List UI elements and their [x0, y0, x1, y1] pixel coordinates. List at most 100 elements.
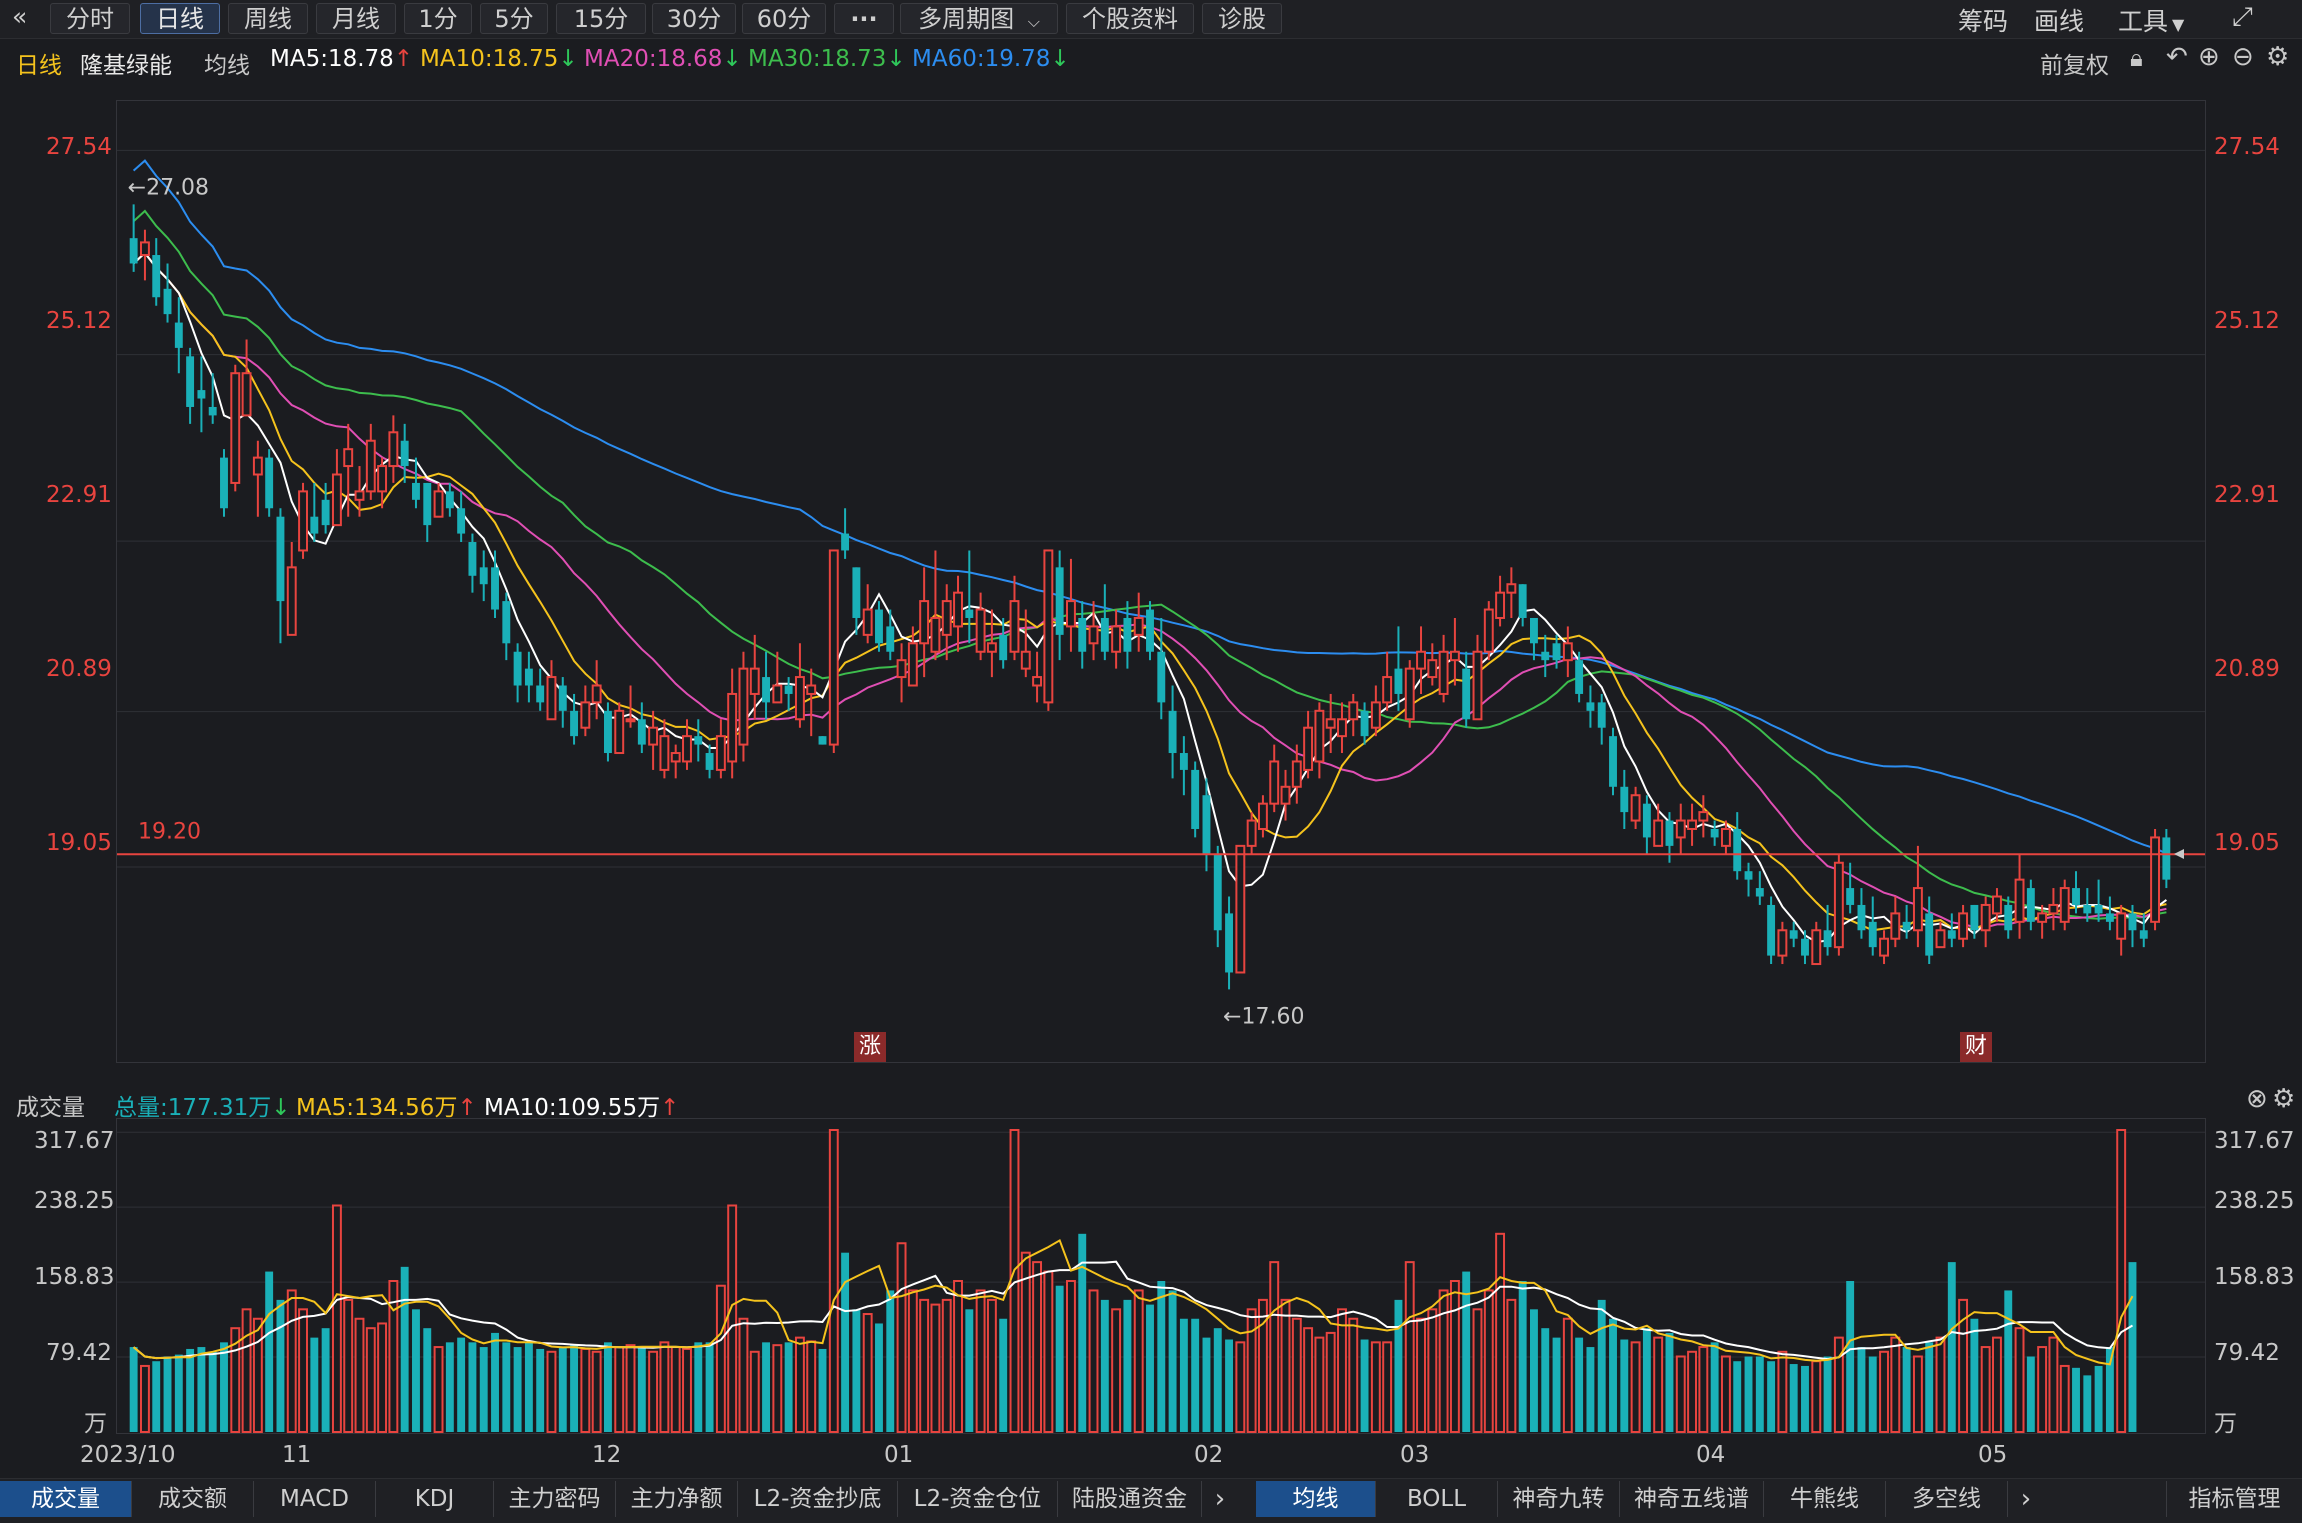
volume-bar-up: [252, 1317, 263, 1433]
volume-bar-down: [1123, 1299, 1132, 1432]
volume-bar-up: [2014, 1327, 2025, 1433]
candle-body-up: [1020, 650, 1031, 670]
date-tick-label: 03: [1400, 1442, 1430, 1468]
financial-report-marker[interactable]: 财: [1960, 1032, 1992, 1062]
candle-body-up: [1912, 887, 1923, 932]
volume-bar-down: [412, 1309, 420, 1432]
tab-turnover[interactable]: 成交额: [132, 1481, 254, 1517]
candle-body-up: [1427, 659, 1438, 679]
candle-body-up: [1890, 912, 1901, 940]
candle-body-down: [1925, 913, 1934, 956]
candle-body-up: [1879, 937, 1889, 957]
volume-bar-up: [1269, 1261, 1280, 1433]
volume-bar-down: [1947, 1262, 1956, 1432]
volume-bar-up: [580, 1347, 591, 1433]
volume-bar-up: [1337, 1308, 1347, 1433]
tab-kdj[interactable]: KDJ: [376, 1481, 494, 1517]
tab-boll[interactable]: BOLL: [1376, 1481, 1498, 1517]
volume-bar-down: [491, 1332, 499, 1432]
limit-up-marker[interactable]: 涨: [854, 1032, 886, 1062]
candle-body-down: [186, 356, 195, 407]
tab-long-short[interactable]: 多空线: [1886, 1481, 2008, 1517]
volume-bar-down: [1925, 1342, 1934, 1432]
volume-bar-up: [738, 1317, 749, 1433]
candle-body-down: [1755, 888, 1764, 897]
indicator-manage-button[interactable]: 指标管理: [2166, 1481, 2302, 1517]
tab-volume[interactable]: 成交量: [0, 1481, 132, 1517]
candle-body-down: [1225, 913, 1234, 973]
volume-bar-up: [1416, 1317, 1426, 1433]
candle-body-down: [265, 457, 274, 509]
chevron-right-icon[interactable]: ›: [1202, 1481, 1238, 1517]
tab-macd[interactable]: MACD: [254, 1481, 376, 1517]
volume-bar-up: [1472, 1308, 1483, 1433]
volume-bar-down: [1225, 1339, 1234, 1432]
volume-bar-up: [365, 1327, 376, 1433]
tab-main-net[interactable]: 主力净额: [616, 1481, 738, 1517]
candle-body-down: [1970, 904, 1979, 931]
volume-bar-down: [762, 1342, 770, 1432]
volume-bar-up: [1303, 1327, 1314, 1433]
candle-body-up: [794, 676, 805, 721]
candle-body-down: [1146, 609, 1154, 652]
tab-ma[interactable]: 均线: [1256, 1481, 1376, 1517]
volume-bar-down: [570, 1345, 579, 1432]
volume-bar-down: [513, 1347, 522, 1432]
candle-body-up: [354, 490, 365, 501]
candle-body-down: [1157, 651, 1166, 703]
candle-body-down: [1665, 820, 1674, 846]
volume-chart[interactable]: [0, 1100, 2302, 1440]
volume-bar-up: [907, 1289, 918, 1433]
volume-ma10-line: [132, 1260, 2134, 1361]
volume-bar-down: [886, 1290, 895, 1432]
candle-body-down: [1947, 930, 1956, 939]
candle-body-up: [1958, 912, 1969, 940]
candle-body-down: [1868, 921, 1877, 948]
volume-bar-up: [1291, 1317, 1302, 1433]
candle-body-down: [570, 710, 579, 737]
volume-bar-down: [1733, 1361, 1742, 1432]
candlestick-chart[interactable]: 19.20 ←27.08 ←17.60: [0, 0, 2302, 1100]
candle-body-down: [1710, 828, 1719, 838]
tab-main-code[interactable]: 主力密码: [494, 1481, 616, 1517]
volume-bar-up: [614, 1346, 625, 1433]
candle-body-down: [1902, 921, 1911, 931]
candle-body-down: [1191, 769, 1200, 829]
volume-bar-up: [1427, 1308, 1438, 1433]
date-tick-label: 04: [1696, 1442, 1726, 1468]
tab-hk-connect[interactable]: 陆股通资金: [1058, 1481, 1202, 1517]
volume-bar-down: [129, 1347, 138, 1432]
volume-bar-up: [727, 1204, 738, 1433]
candle-body-up: [546, 676, 557, 721]
candle-body-up: [749, 667, 760, 695]
volume-bar-down: [265, 1271, 274, 1432]
volume-bar-down: [536, 1348, 545, 1432]
volume-bar-down: [1202, 1337, 1211, 1432]
candle-body-up: [907, 642, 918, 687]
volume-bar-down: [999, 1318, 1008, 1432]
volume-bar-up: [1133, 1289, 1144, 1433]
volume-bar-down: [1462, 1271, 1471, 1432]
candle-body-down: [1789, 930, 1798, 939]
tab-magic-five[interactable]: 神奇五线谱: [1620, 1481, 1764, 1517]
candle-body-up: [1382, 676, 1393, 704]
volume-bar-up: [1065, 1280, 1076, 1433]
volume-bar-down: [2004, 1290, 2013, 1432]
candle-body-up: [1630, 794, 1641, 822]
volume-bar-up: [953, 1280, 963, 1433]
candle-body-down: [2094, 904, 2103, 914]
tab-l2-bottom[interactable]: L2-资金抄底: [738, 1481, 898, 1517]
volume-bar-down: [1642, 1328, 1651, 1432]
chevron-right-icon[interactable]: ›: [2008, 1481, 2044, 1517]
volume-bar-up: [1111, 1308, 1122, 1433]
volume-ma5-line: [132, 1238, 2134, 1366]
candle-body-down: [818, 736, 827, 745]
candle-body-down: [694, 736, 703, 745]
tab-l2-position[interactable]: L2-资金仓位: [898, 1481, 1058, 1517]
candle-body-up: [1653, 819, 1664, 847]
volume-bar-up: [1495, 1232, 1506, 1433]
candle-body-down: [2004, 904, 2013, 931]
tab-magic-nine[interactable]: 神奇九转: [1498, 1481, 1620, 1517]
candle-body-down: [1857, 904, 1866, 931]
tab-bull-bear[interactable]: 牛熊线: [1764, 1481, 1886, 1517]
